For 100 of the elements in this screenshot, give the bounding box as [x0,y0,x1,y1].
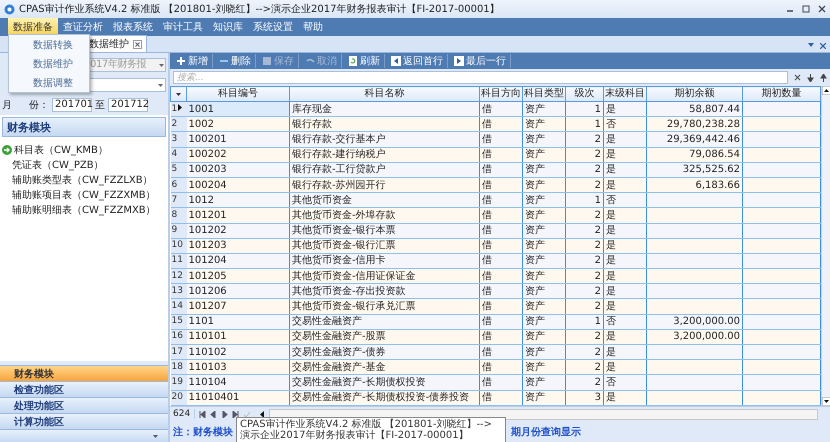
menu-item[interactable]: 帮助 [298,18,328,36]
menu-item[interactable]: 系统设置 [248,18,298,36]
table-cell: 借 [480,253,522,269]
sidebar-item[interactable]: 辅助账类型表（CW_FZZLXB） [2,173,166,186]
caret-icon [159,64,164,66]
table-cell: 借 [480,223,522,238]
row-number: 10 [172,240,183,250]
column-header[interactable]: 科目名称 [290,86,480,102]
table-cell: 借 [480,162,522,178]
table-cell: 29,369,442.46 [646,132,742,148]
column-header[interactable]: 科目方向 [480,86,522,102]
scroll-down-icon[interactable] [822,397,830,406]
month-label: 份： [29,99,49,112]
nav-section[interactable]: 财务模块 [0,365,168,381]
scroll-left-icon[interactable] [259,410,266,418]
menu-item[interactable]: 查证分析 [58,18,108,36]
table-cell: 否 [604,374,646,390]
nav-section[interactable]: 处理功能区 [0,397,168,413]
column-header[interactable]: 期初数量 [742,86,820,102]
row-number: 2 [172,118,178,129]
column-header[interactable]: 级次 [566,86,604,102]
table-cell: 101203 [186,238,290,254]
table-cell: 101202 [186,223,290,238]
to-label: 至 [95,99,105,112]
table-cell: 1001 [186,102,290,117]
table-cell: 101201 [186,208,290,223]
table-cell: 2 [566,147,604,162]
chevron-icon[interactable] [153,435,158,438]
table-cell: 资产 [522,284,566,299]
table-cell: 资产 [522,374,566,390]
scroll-up-icon[interactable] [822,86,830,95]
sidebar-item[interactable]: 凭证表（CW_PZB） [2,158,166,171]
dropdown-item[interactable]: 数据调整 [9,73,89,92]
close-icon[interactable] [820,43,826,49]
up-arrow-icon[interactable] [820,74,827,82]
table-cell: 110104 [186,374,290,390]
sidebar-item[interactable]: 辅助账项目表（CW_FZZXMB） [2,188,166,201]
table-cell: 其他货币资金-存出投资款 [290,284,480,299]
dropdown-arrow-icon[interactable] [808,43,814,47]
column-header[interactable]: 末级科目 [604,86,646,102]
table-cell: 是 [604,102,646,117]
menu-item[interactable]: 报表系统 [108,18,158,36]
table-cell: 资产 [522,298,566,314]
record-count: 624 [173,409,196,419]
column-header[interactable]: 科目编号 [186,86,290,102]
tooltip: CPAS审计作业系统V4.2 标准版 【201801-刘晓红】-->演示企业2017年财务报表审计【FI-2017-00001】 [236,417,506,442]
table-cell: 100203 [186,162,290,178]
dropdown-item[interactable]: 数据维护 [9,54,89,73]
menu-item[interactable]: 审计工具 [158,18,208,36]
sidebar-item[interactable]: 科目表（CW_KMB） [2,143,166,156]
close-icon[interactable] [133,40,142,48]
column-header[interactable]: 期初余额 [646,86,742,102]
table-cell: 其他货币资金 [290,192,480,208]
sidebar-item[interactable]: 辅助账明细表（CW_FZZMXB） [2,203,166,216]
table-cell: 资产 [522,192,566,208]
row-number: 11 [172,255,183,266]
row-number: 13 [172,286,183,296]
month-label: 月 [2,99,12,112]
table-cell: 交易性金融资产-债券 [290,344,480,360]
table-cell: 2 [566,360,604,375]
close-icon[interactable] [818,5,826,13]
maximize-icon[interactable] [802,5,810,13]
table-cell: 2 [566,268,604,284]
toolbar-button[interactable]: 刷新 [344,54,385,68]
table-cell: 交易性金融资产-长期债权投资-债券投资 [290,390,480,406]
row-number: 18 [172,362,183,372]
table-cell: 79,086.54 [646,147,742,162]
table-cell: 2 [566,329,604,344]
table-cell: 资产 [522,147,566,162]
toolbar-button[interactable]: 最后一行 [450,54,511,68]
down-arrow-icon[interactable] [807,74,814,82]
table-cell: 11010401 [186,390,290,406]
table-cell: 是 [604,268,646,284]
menu-item[interactable]: 知识库 [208,18,248,36]
table-cell: 325,525.62 [646,162,742,178]
table-cell: 借 [480,116,522,132]
toolbar-button[interactable]: 删除 [215,54,256,68]
start-month-select[interactable]: 201701 [52,98,92,112]
row-number: 12 [172,270,183,281]
table-cell: 借 [480,360,522,375]
table-cell: 资产 [522,223,566,238]
nav-section[interactable]: 检查功能区 [0,381,168,397]
nav-section[interactable]: 计算功能区 [0,413,168,429]
column-menu-icon[interactable] [176,93,181,96]
window-title: CPAS审计作业系统V4.2 标准版 【201801-刘晓红】-->演示企业2017年财务报表审计【FI-2017-00001】 [19,2,501,16]
table-cell: 2 [566,344,604,360]
column-header[interactable]: 科目类型 [522,86,566,102]
clear-icon[interactable] [794,74,801,81]
table-cell: 借 [480,192,522,208]
horizontal-scrollbar[interactable] [269,408,818,420]
toolbar-button[interactable]: 返回首行 [387,54,448,68]
table-cell: 100204 [186,177,290,193]
table-cell: 2 [566,132,604,148]
end-month-select[interactable]: 201712 [108,98,148,112]
first-row-icon [391,56,401,66]
vertical-scrollbar[interactable] [821,86,830,406]
toolbar-button[interactable]: 新增 [172,54,213,68]
table-cell: 否 [604,116,646,132]
note-text: 注：财务模块 [173,425,233,439]
table-cell: 银行存款 [290,116,480,132]
